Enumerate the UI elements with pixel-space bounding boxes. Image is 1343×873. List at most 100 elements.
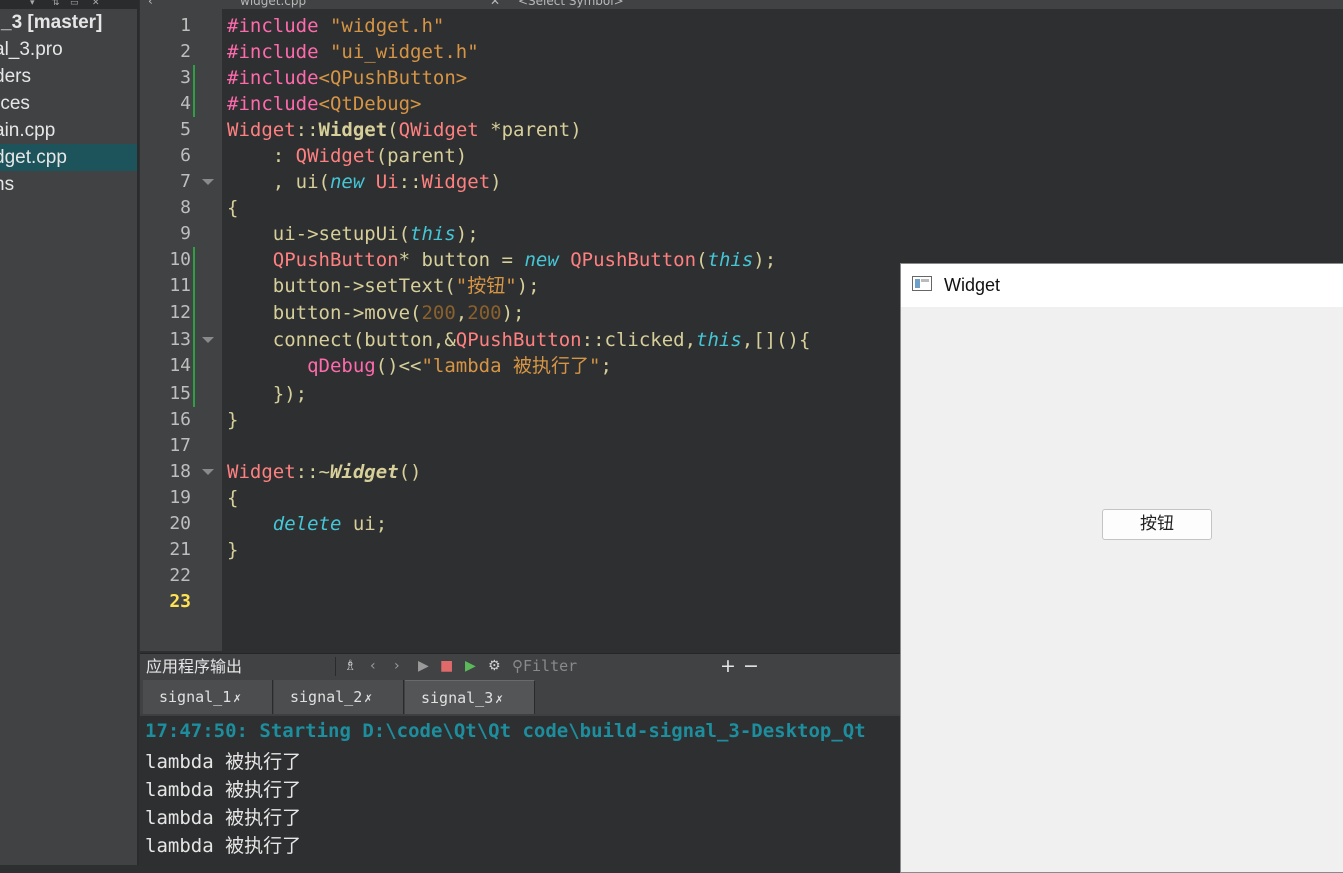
output-line: lambda 被执行了 xyxy=(145,807,302,829)
window-title: Widget xyxy=(944,275,1001,295)
widget-window: Widget 按钮 xyxy=(900,263,1343,873)
code-line: delete ui; xyxy=(272,513,388,535)
output-pane-title: 应用程序输出 xyxy=(146,657,243,676)
code-line: qDebug()<<"lambda 被执行了"; xyxy=(307,355,612,377)
tree-item-main-cpp[interactable]: ain.cpp xyxy=(0,117,139,144)
project-tree: ▾ ⇅ ▭ ✕ _3 [master] al_3.pro ders rces a… xyxy=(0,0,139,865)
code-line: #include<QtDebug> xyxy=(227,93,422,115)
zoom-in-icon[interactable]: + xyxy=(720,654,736,679)
code-line: } xyxy=(227,539,239,561)
tree-toolbar: ▾ ⇅ ▭ ✕ xyxy=(0,0,139,9)
close-icon[interactable]: ✕ xyxy=(92,0,100,8)
line-number: 18 xyxy=(169,461,191,482)
line-number: 8 xyxy=(180,197,191,218)
symbol-selector[interactable]: <Select Symbol> xyxy=(518,0,624,8)
line-number: 9 xyxy=(180,223,191,244)
code-line: : QWidget(parent) xyxy=(227,145,468,167)
line-number: 16 xyxy=(169,409,191,430)
line-number: 23 xyxy=(169,591,191,612)
line-number-gutter[interactable]: 1 2 3 4 5 6 7 8 9 10 11 12 13 14 15 16 17 18 19 20 21 22 23 xyxy=(140,9,222,651)
window-titlebar[interactable]: Widget xyxy=(901,264,1343,307)
output-start-line: 17:47:50: Starting D:\code\Qt\Qt code\bu… xyxy=(145,720,866,742)
code-line: { xyxy=(227,197,239,219)
stop-icon[interactable]: ■ xyxy=(440,654,453,679)
chevron-down-icon[interactable]: ▾ xyxy=(30,0,35,8)
output-pane-toolbar: 应用程序输出 ♗ ‹ › ▶ ■ ▶ ⚙ ⚲Filter + − xyxy=(140,653,900,679)
search-icon: ⚲ xyxy=(512,657,523,675)
line-number: 20 xyxy=(169,513,191,534)
fold-arrow-icon[interactable] xyxy=(202,469,214,475)
toolbar-divider xyxy=(335,657,336,676)
line-number: 6 xyxy=(180,145,191,166)
code-line: button->move(200,200); xyxy=(227,302,525,324)
line-number: 4 xyxy=(180,93,191,114)
fold-arrow-icon[interactable] xyxy=(202,179,214,185)
tab-label: signal_3 xyxy=(421,689,494,707)
fold-arrow-icon[interactable] xyxy=(202,337,214,343)
tab-signal-2[interactable]: signal_2 ✗ xyxy=(274,680,404,714)
line-number: 19 xyxy=(169,487,191,508)
line-number: 14 xyxy=(169,355,191,376)
code-line: #include "ui_widget.h" xyxy=(227,41,479,63)
line-number: 7 xyxy=(180,171,191,192)
file-selector[interactable]: widget.cpp xyxy=(240,0,306,8)
line-number: 13 xyxy=(169,329,191,350)
previous-item-icon[interactable]: ‹ xyxy=(370,654,376,679)
close-file-icon[interactable]: ✕ xyxy=(490,0,500,8)
line-number: 17 xyxy=(169,435,191,456)
code-line: }); xyxy=(227,383,308,405)
next-item-icon[interactable]: › xyxy=(394,654,400,679)
clear-output-icon[interactable]: ♗ xyxy=(344,654,357,679)
line-number: 5 xyxy=(180,119,191,140)
tab-signal-3[interactable]: signal_3 ✗ xyxy=(405,680,535,714)
code-line: , ui(new Ui::Widget) xyxy=(227,171,502,193)
code-line: Widget::Widget(QWidget *parent) xyxy=(227,119,582,141)
line-number: 1 xyxy=(180,15,191,36)
tree-item-project[interactable]: _3 [master] xyxy=(0,9,139,36)
code-line: } xyxy=(227,409,239,431)
split-icon[interactable]: ▭ xyxy=(70,0,79,8)
code-line: ui->setupUi(this); xyxy=(227,223,479,245)
application-output[interactable]: 17:47:50: Starting D:\code\Qt\Qt code\bu… xyxy=(140,716,900,865)
code-line: button->setText("按钮"); xyxy=(227,275,540,297)
code-line: #include "widget.h" xyxy=(227,15,445,37)
filter-input[interactable]: ⚲Filter xyxy=(512,654,577,679)
output-tabs: signal_1 ✗ signal_2 ✗ signal_3 ✗ xyxy=(140,678,900,716)
line-number: 22 xyxy=(169,565,191,586)
push-button[interactable]: 按钮 xyxy=(1102,509,1212,540)
line-number: 21 xyxy=(169,539,191,560)
code-line: Widget::~Widget() xyxy=(227,461,422,483)
output-line: lambda 被执行了 xyxy=(145,779,302,801)
line-number: 15 xyxy=(169,383,191,404)
tree-item-widget-cpp[interactable]: dget.cpp xyxy=(0,144,139,171)
code-line: { xyxy=(227,487,239,509)
zoom-out-icon[interactable]: − xyxy=(743,654,759,679)
run-icon[interactable]: ▶ xyxy=(418,654,429,679)
output-line: lambda 被执行了 xyxy=(145,751,302,773)
line-number: 2 xyxy=(180,41,191,62)
settings-gear-icon[interactable]: ⚙ xyxy=(488,654,501,679)
tree-item-headers[interactable]: ders xyxy=(0,63,139,90)
debug-run-icon[interactable]: ▶ xyxy=(465,654,476,679)
close-tab-icon[interactable]: ✗ xyxy=(495,692,503,707)
code-line: QPushButton* button = new QPushButton(th… xyxy=(272,249,777,271)
line-number: 10 xyxy=(169,249,191,270)
line-number: 3 xyxy=(180,67,191,88)
code-line: connect(button,&QPushButton::clicked,thi… xyxy=(227,329,811,351)
tree-splitter[interactable] xyxy=(137,0,139,865)
editor-toolbar: ‹ widget.cpp ✕ <Select Symbol> xyxy=(140,0,1343,9)
sync-icon[interactable]: ⇅ xyxy=(52,0,60,8)
close-tab-icon[interactable]: ✗ xyxy=(233,691,241,706)
tree-item-forms[interactable]: ns xyxy=(0,171,139,198)
back-icon[interactable]: ‹ xyxy=(148,0,153,8)
line-number: 12 xyxy=(169,302,191,323)
window-app-icon xyxy=(912,276,932,291)
output-line: lambda 被执行了 xyxy=(145,835,302,857)
tab-label: signal_1 xyxy=(159,688,232,706)
tree-item-pro-file[interactable]: al_3.pro xyxy=(0,36,139,63)
filter-placeholder: Filter xyxy=(523,657,578,675)
tab-signal-1[interactable]: signal_1 ✗ xyxy=(143,680,273,714)
close-tab-icon[interactable]: ✗ xyxy=(364,691,372,706)
code-line: #include<QPushButton> xyxy=(227,67,468,89)
tree-item-sources[interactable]: rces xyxy=(0,90,139,117)
